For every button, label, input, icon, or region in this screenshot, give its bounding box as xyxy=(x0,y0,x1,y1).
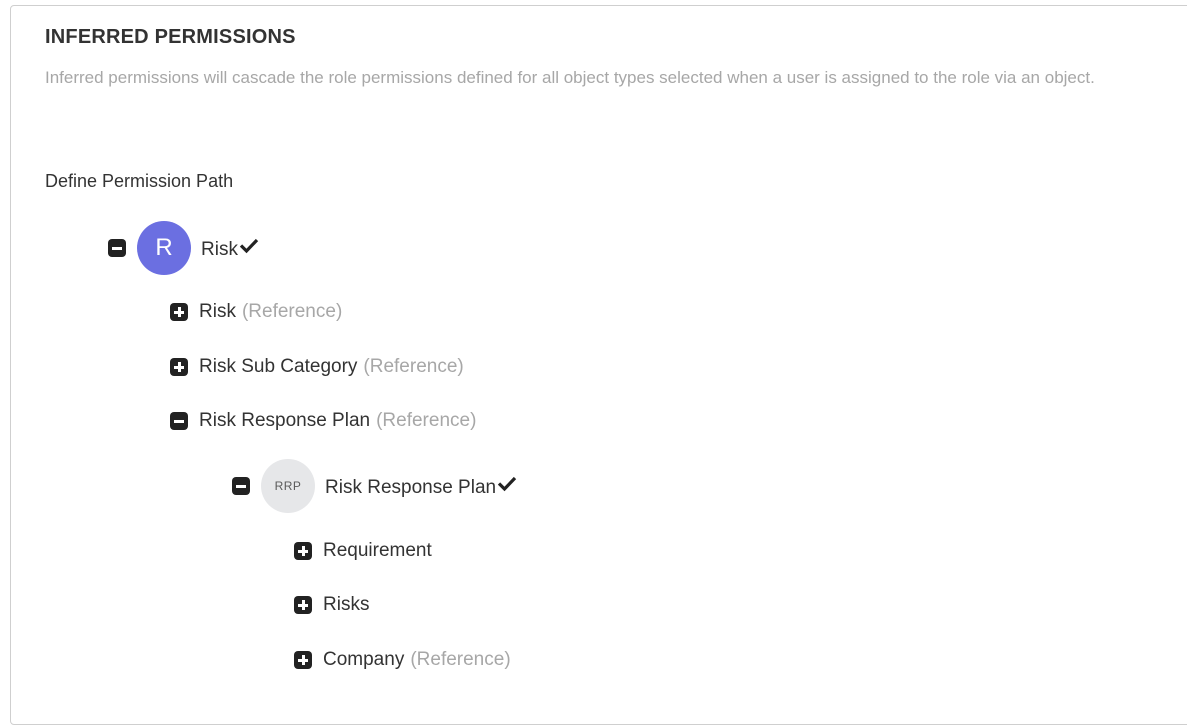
avatar-rrp: RRP xyxy=(261,459,315,513)
minus-square-icon[interactable] xyxy=(170,412,188,430)
tree-node-risk-response-plan-reference: Risk Response Plan (Reference) xyxy=(170,393,476,449)
node-label-text: Requirement xyxy=(323,540,432,561)
tree-node-risks: Risks xyxy=(294,577,369,633)
section-description: Inferred permissions will cascade the ro… xyxy=(45,68,1095,87)
checkmark-icon xyxy=(239,235,259,255)
plus-square-icon[interactable] xyxy=(170,303,188,321)
tree-node-risk-root: R Risk xyxy=(108,220,259,276)
tree-node-label[interactable]: Company (Reference) xyxy=(323,649,511,671)
node-label-text: Risk Sub Category xyxy=(199,356,358,377)
tree-node-label[interactable]: Risk (Reference) xyxy=(199,301,342,323)
minus-square-icon[interactable] xyxy=(232,477,250,495)
node-label-text: Risks xyxy=(323,594,370,615)
define-permission-path-label: Define Permission Path xyxy=(45,171,234,191)
tree-node-label[interactable]: Risk Response Plan xyxy=(325,473,517,499)
tree-node-label[interactable]: Requirement xyxy=(323,540,432,562)
reference-suffix: (Reference) xyxy=(376,410,477,431)
tree-node-label[interactable]: Risk Response Plan (Reference) xyxy=(199,410,476,432)
node-label-text: Risk Response Plan xyxy=(199,410,371,431)
section-title: INFERRED PERMISSIONS xyxy=(45,26,296,48)
reference-suffix: (Reference) xyxy=(241,301,343,322)
avatar-risk: R xyxy=(137,221,191,275)
node-label-text: Company xyxy=(323,649,405,670)
checkmark-icon xyxy=(497,473,517,493)
tree-node-label[interactable]: Risk xyxy=(201,235,259,261)
minus-square-icon[interactable] xyxy=(108,239,126,257)
node-label-text: Risk Response Plan xyxy=(325,477,497,498)
plus-square-icon[interactable] xyxy=(170,358,188,376)
plus-square-icon[interactable] xyxy=(294,596,312,614)
tree-node-requirement: Requirement xyxy=(294,523,432,579)
plus-square-icon[interactable] xyxy=(294,542,312,560)
plus-square-icon[interactable] xyxy=(294,651,312,669)
node-label-text: Risk xyxy=(201,239,238,260)
reference-suffix: (Reference) xyxy=(410,649,511,670)
tree-node-company-reference: Company (Reference) xyxy=(294,632,511,688)
tree-node-label[interactable]: Risk Sub Category (Reference) xyxy=(199,356,464,378)
tree-node-label[interactable]: Risks xyxy=(323,594,369,616)
tree-node-risk-reference: Risk (Reference) xyxy=(170,284,342,340)
node-label-text: Risk xyxy=(199,301,236,322)
tree-node-risk-sub-category: Risk Sub Category (Reference) xyxy=(170,339,464,395)
reference-suffix: (Reference) xyxy=(363,356,464,377)
tree-node-risk-response-plan: RRP Risk Response Plan xyxy=(232,458,517,514)
